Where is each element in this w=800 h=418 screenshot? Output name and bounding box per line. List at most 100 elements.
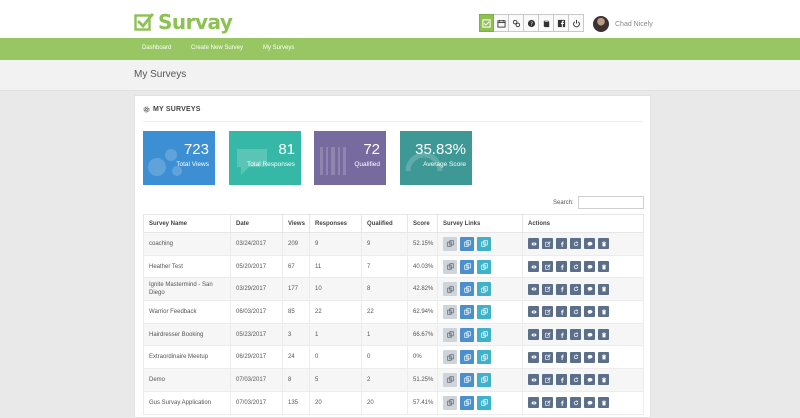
facebook-icon[interactable] bbox=[556, 261, 567, 273]
view-icon[interactable] bbox=[528, 283, 539, 295]
facebook-icon[interactable] bbox=[556, 306, 567, 318]
edit-icon[interactable] bbox=[542, 351, 553, 363]
copy-link-icon[interactable] bbox=[443, 236, 457, 251]
copy-link-icon[interactable] bbox=[460, 259, 474, 274]
app-logo[interactable]: Survay bbox=[134, 10, 233, 34]
copy-link-icon[interactable] bbox=[460, 395, 474, 410]
copy-link-icon[interactable] bbox=[443, 327, 457, 342]
delete-icon[interactable] bbox=[598, 238, 609, 250]
view-icon[interactable] bbox=[528, 374, 539, 386]
facebook-icon[interactable] bbox=[556, 329, 567, 341]
view-icon[interactable] bbox=[528, 238, 539, 250]
calendar-button[interactable] bbox=[494, 14, 509, 32]
cell-name[interactable]: Ignite Mastermind - San Diego bbox=[143, 277, 231, 302]
copy-link-icon[interactable] bbox=[477, 236, 491, 251]
copy-link-icon[interactable] bbox=[443, 350, 457, 365]
edit-icon[interactable] bbox=[542, 397, 553, 409]
copy-link-icon[interactable] bbox=[460, 372, 474, 387]
edit-icon[interactable] bbox=[542, 374, 553, 386]
view-icon[interactable] bbox=[528, 397, 539, 409]
user-menu[interactable]: Chad Nicely bbox=[593, 16, 653, 32]
cell-name[interactable]: Demo bbox=[143, 368, 231, 392]
book-button[interactable] bbox=[539, 14, 554, 32]
search-input[interactable] bbox=[577, 196, 644, 209]
facebook-icon[interactable] bbox=[556, 283, 567, 295]
help-button[interactable]: ? bbox=[524, 14, 539, 32]
copy-link-icon[interactable] bbox=[443, 304, 457, 319]
copy-link-icon[interactable] bbox=[477, 259, 491, 274]
delete-icon[interactable] bbox=[598, 374, 609, 386]
facebook-button[interactable] bbox=[554, 14, 569, 32]
facebook-icon[interactable] bbox=[556, 351, 567, 363]
view-icon[interactable] bbox=[528, 261, 539, 273]
refresh-icon[interactable] bbox=[570, 306, 581, 318]
copy-link-icon[interactable] bbox=[460, 236, 474, 251]
edit-icon[interactable] bbox=[542, 283, 553, 295]
delete-icon[interactable] bbox=[598, 306, 609, 318]
comment-icon[interactable] bbox=[584, 397, 595, 409]
col-header-responses[interactable]: Responses bbox=[309, 214, 362, 233]
edit-icon[interactable] bbox=[542, 261, 553, 273]
refresh-icon[interactable] bbox=[570, 374, 581, 386]
cell-name[interactable]: coaching bbox=[143, 232, 231, 256]
facebook-icon[interactable] bbox=[556, 238, 567, 250]
comment-icon[interactable] bbox=[584, 238, 595, 250]
facebook-icon[interactable] bbox=[556, 397, 567, 409]
comment-icon[interactable] bbox=[584, 283, 595, 295]
refresh-icon[interactable] bbox=[570, 283, 581, 295]
col-header-score[interactable]: Score bbox=[407, 214, 438, 233]
facebook-icon[interactable] bbox=[556, 374, 567, 386]
copy-link-icon[interactable] bbox=[477, 282, 491, 297]
copy-link-icon[interactable] bbox=[460, 327, 474, 342]
view-icon[interactable] bbox=[528, 306, 539, 318]
checkbox-button[interactable] bbox=[479, 14, 494, 32]
nav-my-surveys[interactable]: My Surveys bbox=[263, 45, 294, 51]
nav-create-new-survey[interactable]: Create New Survey bbox=[191, 45, 243, 51]
cell-name[interactable]: Gus Survay Application bbox=[143, 390, 231, 415]
delete-icon[interactable] bbox=[598, 397, 609, 409]
copy-link-icon[interactable] bbox=[477, 350, 491, 365]
copy-link-icon[interactable] bbox=[460, 304, 474, 319]
comment-icon[interactable] bbox=[584, 329, 595, 341]
delete-icon[interactable] bbox=[598, 351, 609, 363]
refresh-icon[interactable] bbox=[570, 261, 581, 273]
copy-link-icon[interactable] bbox=[477, 327, 491, 342]
cell-score: 0% bbox=[407, 345, 438, 370]
refresh-icon[interactable] bbox=[570, 397, 581, 409]
nav-dashboard[interactable]: Dashboard bbox=[142, 45, 171, 51]
copy-link-icon[interactable] bbox=[460, 282, 474, 297]
cell-name[interactable]: Warrior Feedback bbox=[143, 300, 231, 324]
copy-link-icon[interactable] bbox=[477, 395, 491, 410]
comment-icon[interactable] bbox=[584, 351, 595, 363]
logout-button[interactable] bbox=[569, 14, 584, 32]
link-button[interactable] bbox=[509, 14, 524, 32]
copy-link-icon[interactable] bbox=[443, 395, 457, 410]
copy-link-icon[interactable] bbox=[443, 282, 457, 297]
edit-icon[interactable] bbox=[542, 306, 553, 318]
col-header-survey-name[interactable]: Survey Name bbox=[143, 214, 231, 233]
cell-name[interactable]: Extraordinaire Meetup bbox=[143, 345, 231, 370]
edit-icon[interactable] bbox=[542, 329, 553, 341]
refresh-icon[interactable] bbox=[570, 329, 581, 341]
comment-icon[interactable] bbox=[584, 374, 595, 386]
copy-link-icon[interactable] bbox=[443, 259, 457, 274]
view-icon[interactable] bbox=[528, 329, 539, 341]
refresh-icon[interactable] bbox=[570, 351, 581, 363]
col-header-date[interactable]: Date bbox=[230, 214, 283, 233]
col-header-views[interactable]: Views bbox=[282, 214, 310, 233]
copy-link-icon[interactable] bbox=[443, 372, 457, 387]
cell-name[interactable]: Hairdresser Booking bbox=[143, 322, 231, 347]
comment-icon[interactable] bbox=[584, 261, 595, 273]
edit-icon[interactable] bbox=[542, 238, 553, 250]
delete-icon[interactable] bbox=[598, 261, 609, 273]
delete-icon[interactable] bbox=[598, 329, 609, 341]
copy-link-icon[interactable] bbox=[477, 372, 491, 387]
col-header-qualified[interactable]: Qualified bbox=[361, 214, 408, 233]
comment-icon[interactable] bbox=[584, 306, 595, 318]
copy-link-icon[interactable] bbox=[477, 304, 491, 319]
refresh-icon[interactable] bbox=[570, 238, 581, 250]
delete-icon[interactable] bbox=[598, 283, 609, 295]
copy-link-icon[interactable] bbox=[460, 350, 474, 365]
cell-name[interactable]: Heather Test bbox=[143, 254, 231, 279]
view-icon[interactable] bbox=[528, 351, 539, 363]
